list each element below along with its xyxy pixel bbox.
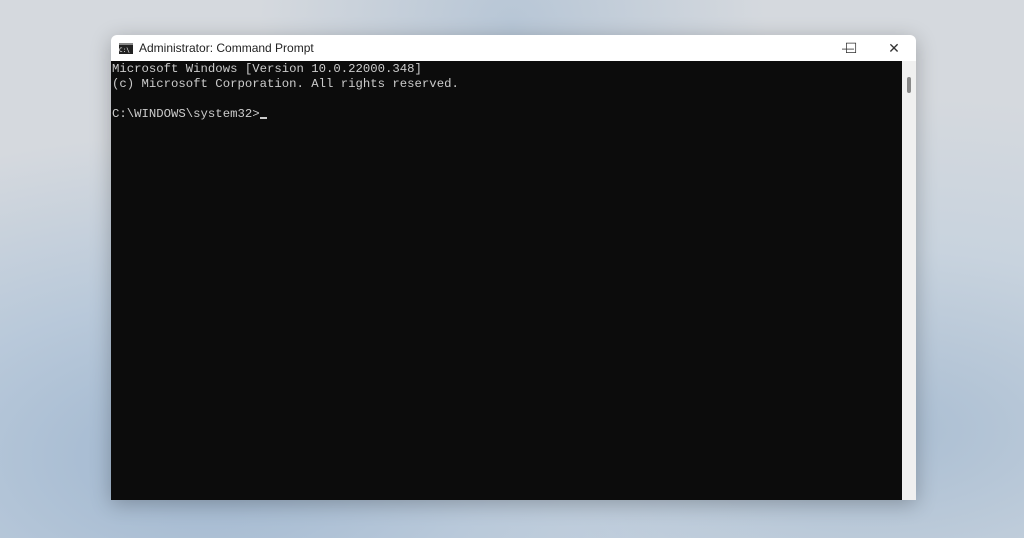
console-line: Microsoft Windows [Version 10.0.22000.34… [112, 62, 422, 76]
maximize-button[interactable]: ☐ [829, 35, 873, 61]
title-bar[interactable]: C:\ Administrator: Command Prompt [111, 35, 916, 61]
console-line: (c) Microsoft Corporation. All rights re… [112, 77, 459, 91]
vertical-scrollbar[interactable] [902, 61, 916, 500]
scrollbar-thumb[interactable] [907, 77, 911, 93]
window-title: Administrator: Command Prompt [139, 41, 314, 55]
text-cursor [259, 117, 267, 119]
command-prompt-window: C:\ Administrator: Command Prompt — ☐ ✕ … [111, 35, 916, 500]
prompt: C:\WINDOWS\system32> [112, 107, 260, 121]
prompt-line[interactable]: C:\WINDOWS\system32> [112, 107, 901, 122]
cmd-app-icon: C:\ [119, 42, 133, 54]
close-button[interactable]: ✕ [872, 35, 916, 61]
console-output[interactable]: Microsoft Windows [Version 10.0.22000.34… [111, 61, 902, 500]
